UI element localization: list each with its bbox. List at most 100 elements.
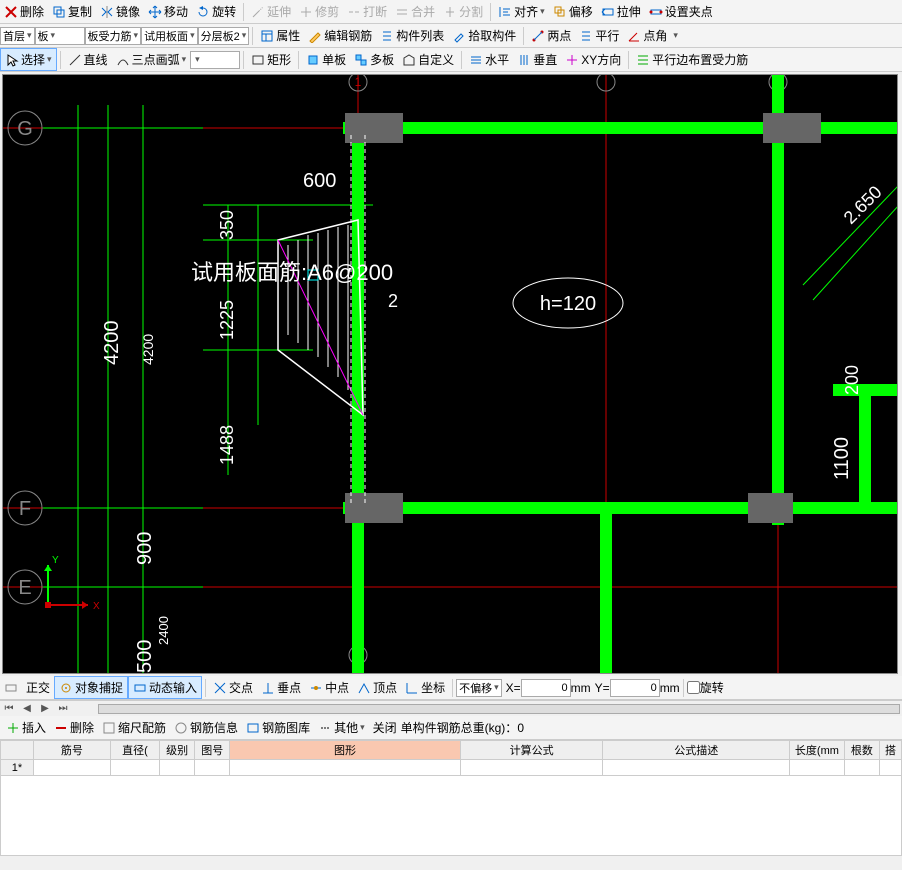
col-desc[interactable]: 公式描述 [603,741,790,760]
editrebar-button[interactable]: 编辑钢筋 [304,25,376,46]
coord-button[interactable]: 坐标 [401,677,449,698]
separator [243,51,244,69]
row-header[interactable]: 1* [1,760,34,776]
break-button[interactable]: 打断 [343,1,391,22]
col-num[interactable]: 筋号 [33,741,110,760]
perp-button[interactable]: 垂点 [257,677,305,698]
apex-button[interactable]: 顶点 [353,677,401,698]
multi-button[interactable]: 多板 [350,49,398,70]
horiz-icon [469,53,483,67]
col-qty[interactable]: 根数 [844,741,879,760]
trialslab-dropdown[interactable]: 试用板面▾ [141,27,198,45]
editrebar-label: 编辑钢筋 [324,27,372,44]
floor-dropdown[interactable]: 首层▾ [0,27,35,45]
scale-button[interactable]: 缩尺配筋 [98,717,170,738]
delete-button[interactable]: 删除 [0,1,48,22]
split-label: 分割 [459,3,483,20]
col-formula[interactable]: 计算公式 [460,741,603,760]
rebarinfo-button[interactable]: 钢筋信息 [170,717,242,738]
col-grade[interactable]: 级别 [160,741,195,760]
custom-button[interactable]: 自定义 [398,49,458,70]
twopoint-button[interactable]: 两点 [527,25,575,46]
rebarlib-button[interactable]: 钢筋图库 [242,717,314,738]
drawing-canvas[interactable]: G F E 1 1 [2,74,898,674]
col-len[interactable]: 长度(mm [790,741,845,760]
setpoint-button[interactable]: 设置夹点 [645,1,717,22]
xy-icon [565,53,579,67]
vert-button[interactable]: 垂直 [513,49,561,70]
rotate-checkbox[interactable] [687,681,700,694]
componentlist-button[interactable]: 构件列表 [376,25,448,46]
pointangle-button[interactable]: 点角 [623,25,671,46]
col-dia[interactable]: 直径( [110,741,159,760]
offset-button[interactable]: 偏移 [549,1,597,22]
split-button[interactable]: 分割 [439,1,487,22]
extend-button[interactable]: 延伸 [247,1,295,22]
line-label: 直线 [84,51,108,68]
dyninput-button[interactable]: 动态输入 [128,676,202,699]
line-button[interactable]: 直线 [64,49,112,70]
arc3p-label: 三点画弧 [132,51,180,68]
xy-label: XY方向 [581,51,621,68]
linetype-dropdown[interactable]: ▾ [190,51,240,69]
offset-mode-dropdown[interactable]: 不偏移▾ [456,679,502,697]
del2-button[interactable]: 删除 [50,717,98,738]
svg-text:X: X [93,601,100,612]
parallel-button[interactable]: 平行 [575,25,623,46]
align-button[interactable]: 对齐▾ [494,1,549,22]
mm-label: mm [571,681,591,695]
slab-label: 板 [38,28,49,44]
parallel-layout-button[interactable]: 平行边布置受力筋 [632,49,752,70]
table-row[interactable]: 1* [1,760,902,776]
copy-button[interactable]: 复制 [48,1,96,22]
scale-icon [102,721,116,735]
col-graphic[interactable]: 图形 [230,741,460,760]
move-button[interactable]: 移动 [144,1,192,22]
trim-button[interactable]: 修剪 [295,1,343,22]
rect-button[interactable]: 矩形 [247,49,295,70]
parallel-layout-label: 平行边布置受力筋 [652,51,748,68]
copy-label: 复制 [68,3,92,20]
single-button[interactable]: 单板 [302,49,350,70]
pick-button[interactable]: 拾取构件 [448,25,520,46]
slabforce-dropdown[interactable]: 板受力筋▾ [85,27,142,45]
properties-icon [260,29,274,43]
stretch-button[interactable]: 拉伸 [597,1,645,22]
close-button[interactable]: 关闭 [369,717,401,738]
next-button[interactable]: ▶ [38,703,52,715]
rebar-table[interactable]: 筋号 直径( 级别 图号 图形 计算公式 公式描述 长度(mm 根数 搭 1* [0,740,902,776]
select-button[interactable]: 选择▾ [0,48,57,71]
insert-button[interactable]: 插入 [2,717,50,738]
col-code[interactable]: 图号 [195,741,230,760]
attr-button[interactable]: 属性 [256,25,304,46]
svg-text:2400: 2400 [156,616,171,645]
prev-button[interactable]: ◀ [20,703,34,715]
mirror-button[interactable]: 镜像 [96,1,144,22]
svg-text:1100: 1100 [831,437,853,480]
inter-button[interactable]: 交点 [209,677,257,698]
first-button[interactable]: ⏮ [2,703,16,715]
x-input[interactable] [521,679,571,697]
xy-button[interactable]: XY方向 [561,49,625,70]
more-indicator[interactable]: ▾ [671,30,680,41]
snap-button[interactable]: 对象捕捉 [54,676,128,699]
horiz-button[interactable]: 水平 [465,49,513,70]
rotate-button[interactable]: 旋转 [192,1,240,22]
slab-dropdown[interactable]: 板▾ [35,27,85,45]
toggle-icon[interactable] [4,681,18,695]
layerslab-dropdown[interactable]: 分层板2▾ [198,27,250,45]
separator [205,679,206,697]
svg-text:F: F [19,498,31,520]
info-icon [174,721,188,735]
scrollbar[interactable] [98,704,900,714]
chevron-down-icon: ▾ [190,30,195,41]
y-input[interactable] [610,679,660,697]
mid-button[interactable]: 中点 [305,677,353,698]
merge-button[interactable]: 合并 [391,1,439,22]
col-lap[interactable]: 搭 [879,741,901,760]
other-button[interactable]: 其他▾ [314,717,369,738]
arc3p-button[interactable]: 三点画弧▾ [112,49,191,70]
ortho-button[interactable]: 正交 [22,677,54,698]
col-blank [1,741,34,760]
last-button[interactable]: ⏭ [56,703,70,715]
